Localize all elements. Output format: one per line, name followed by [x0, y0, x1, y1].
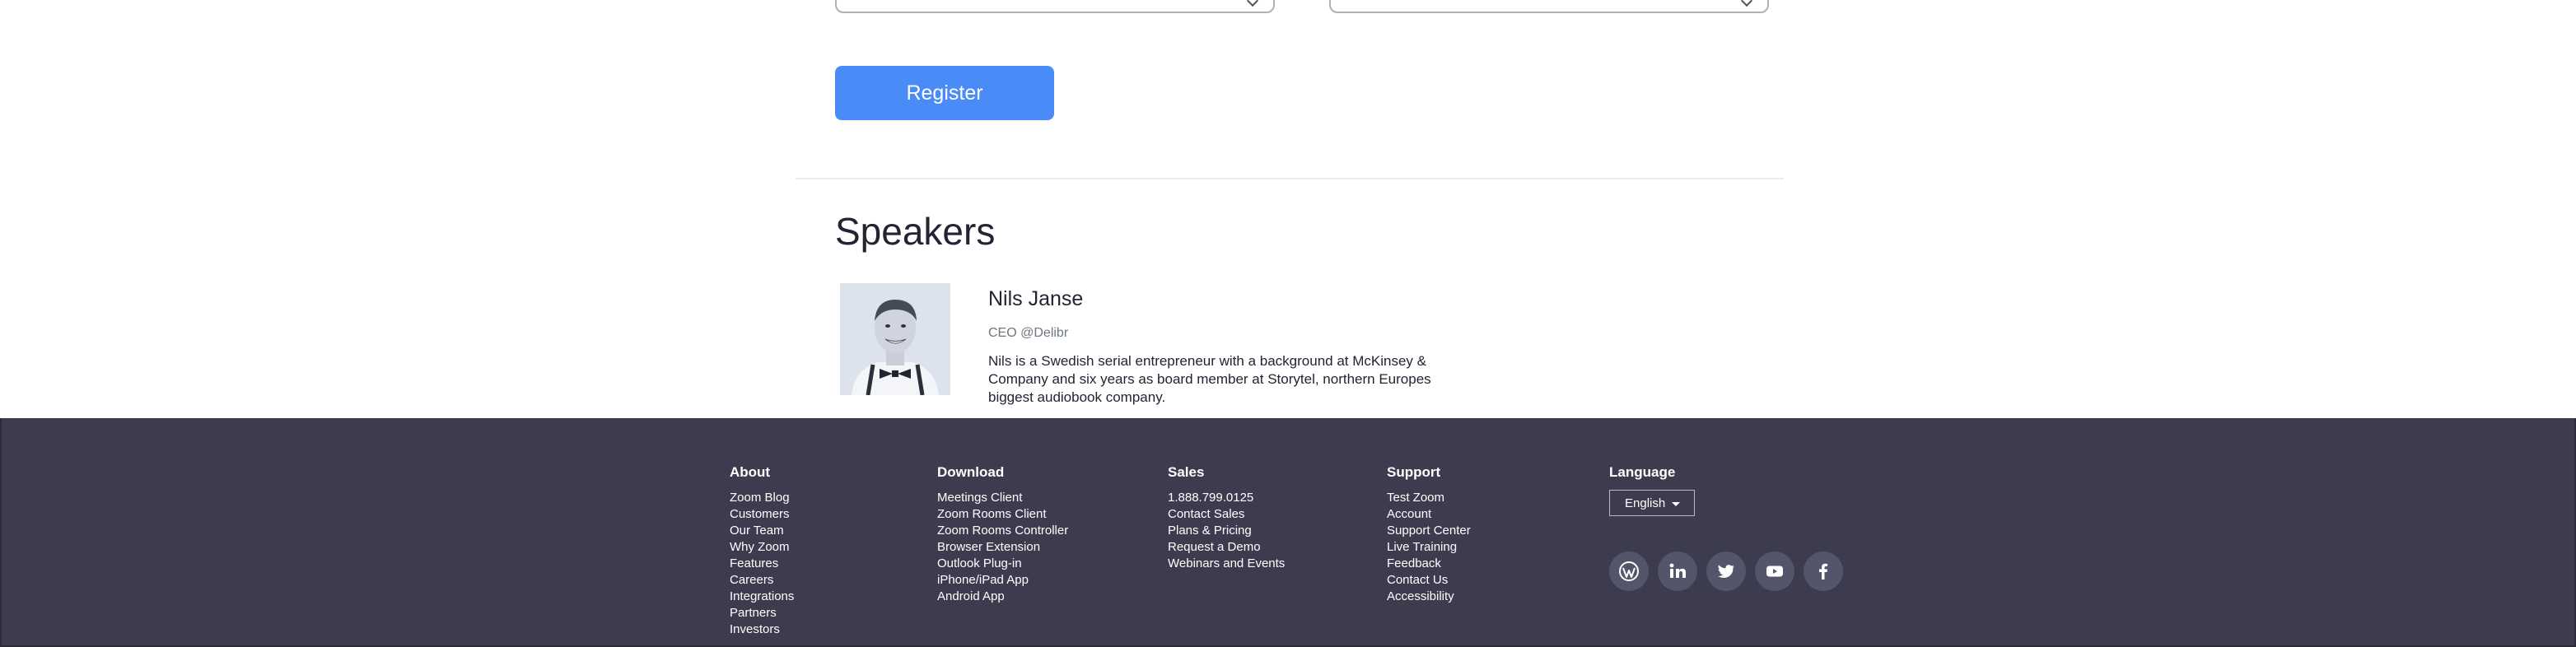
footer-link-request-demo[interactable]: Request a Demo — [1168, 539, 1285, 556]
footer-link-browser-extension[interactable]: Browser Extension — [937, 539, 1068, 556]
footer-link-outlook-plugin[interactable]: Outlook Plug-in — [937, 556, 1068, 572]
form-select-right[interactable] — [1329, 0, 1769, 13]
chevron-down-icon — [1740, 0, 1753, 7]
chevron-down-icon — [1246, 0, 1259, 7]
language-select-value: English — [1625, 496, 1666, 510]
footer-link-support-center[interactable]: Support Center — [1387, 523, 1471, 539]
twitter-icon[interactable] — [1706, 552, 1746, 591]
footer-link-contact-us[interactable]: Contact Us — [1387, 572, 1471, 589]
footer-col-title: Support — [1387, 464, 1441, 480]
footer-link-our-team[interactable]: Our Team — [730, 523, 794, 539]
footer-link-iphone-ipad-app[interactable]: iPhone/iPad App — [937, 572, 1068, 589]
wordpress-icon[interactable] — [1609, 552, 1649, 591]
footer-col-title: Language — [1609, 464, 1676, 480]
footer-link-android-app[interactable]: Android App — [937, 589, 1068, 605]
footer-col-about: About Zoom Blog Customers Our Team Why Z… — [730, 464, 794, 638]
footer: About Zoom Blog Customers Our Team Why Z… — [0, 418, 2576, 647]
footer-link-zoom-rooms-client[interactable]: Zoom Rooms Client — [937, 506, 1068, 523]
footer-col-sales: Sales 1.888.799.0125 Contact Sales Plans… — [1168, 464, 1285, 572]
facebook-icon[interactable] — [1804, 552, 1843, 591]
footer-link-account[interactable]: Account — [1387, 506, 1471, 523]
footer-col-title: Sales — [1168, 464, 1205, 480]
speaker-name: Nils Janse — [988, 287, 1084, 310]
footer-link-zoom-blog[interactable]: Zoom Blog — [730, 490, 794, 506]
footer-link-contact-sales[interactable]: Contact Sales — [1168, 506, 1285, 523]
footer-col-language: Language English — [1609, 464, 1695, 516]
footer-link-plans-pricing[interactable]: Plans & Pricing — [1168, 523, 1285, 539]
footer-link-webinars-events[interactable]: Webinars and Events — [1168, 556, 1285, 572]
footer-link-test-zoom[interactable]: Test Zoom — [1387, 490, 1471, 506]
footer-link-phone[interactable]: 1.888.799.0125 — [1168, 490, 1285, 506]
footer-col-title: About — [730, 464, 771, 480]
social-links — [1609, 552, 1843, 591]
register-button[interactable]: Register — [835, 66, 1054, 120]
speaker-avatar — [840, 283, 950, 395]
footer-link-features[interactable]: Features — [730, 556, 794, 572]
speakers-heading: Speakers — [835, 210, 996, 253]
footer-link-customers[interactable]: Customers — [730, 506, 794, 523]
footer-col-download: Download Meetings Client Zoom Rooms Clie… — [937, 464, 1068, 605]
caret-down-icon — [1672, 501, 1681, 506]
footer-link-integrations[interactable]: Integrations — [730, 589, 794, 605]
footer-link-zoom-rooms-controller[interactable]: Zoom Rooms Controller — [937, 523, 1068, 539]
youtube-icon[interactable] — [1755, 552, 1794, 591]
footer-link-investors[interactable]: Investors — [730, 621, 794, 638]
footer-link-why-zoom[interactable]: Why Zoom — [730, 539, 794, 556]
footer-link-accessibility[interactable]: Accessibility — [1387, 589, 1471, 605]
speaker-bio: Nils is a Swedish serial entrepreneur wi… — [988, 353, 1431, 405]
footer-link-meetings-client[interactable]: Meetings Client — [937, 490, 1068, 506]
footer-link-live-training[interactable]: Live Training — [1387, 539, 1471, 556]
footer-col-support: Support Test Zoom Account Support Center… — [1387, 464, 1471, 605]
footer-link-careers[interactable]: Careers — [730, 572, 794, 589]
footer-link-partners[interactable]: Partners — [730, 605, 794, 621]
section-divider — [796, 178, 1784, 179]
linkedin-icon[interactable] — [1658, 552, 1697, 591]
language-select[interactable]: English — [1609, 490, 1695, 516]
footer-link-feedback[interactable]: Feedback — [1387, 556, 1471, 572]
footer-col-title: Download — [937, 464, 1005, 480]
speaker-role: CEO @Delibr — [988, 326, 1069, 340]
form-select-left[interactable] — [835, 0, 1275, 13]
